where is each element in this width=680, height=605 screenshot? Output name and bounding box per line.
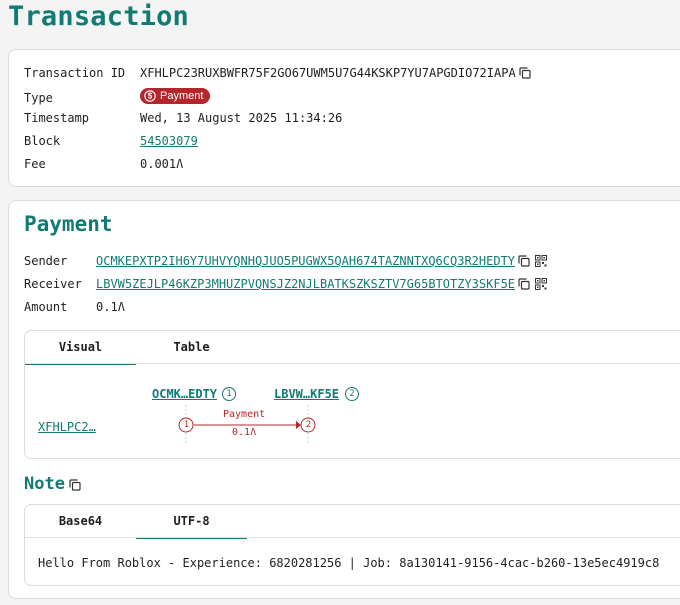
copy-icon[interactable] bbox=[69, 476, 81, 491]
copy-icon[interactable] bbox=[518, 255, 530, 267]
sender-row: Sender OCMKEPXTP2IH6Y7UHVYQNHQJUO5PUGWX5Q… bbox=[24, 254, 548, 268]
receiver-row: Receiver LBVW5ZEJLP46KZP3MHUZPVQNSJZ2NJLB… bbox=[24, 277, 548, 291]
amount-label: Amount bbox=[24, 300, 68, 314]
sender-label: Sender bbox=[24, 254, 68, 268]
amount-value: 0.1 bbox=[96, 300, 118, 314]
receiver-label: Receiver bbox=[24, 277, 82, 291]
tab-utf8[interactable]: UTF-8 bbox=[136, 505, 247, 539]
sender-account-number: 1 bbox=[222, 387, 236, 401]
sender-account-link[interactable]: OCMK…EDTY bbox=[152, 387, 217, 401]
transaction-id-value: XFHLPC23RUXBWFR75F2GO67UWM5U7G44KSKP7YU7… bbox=[140, 66, 516, 80]
transaction-link[interactable]: XFHLPC2… bbox=[38, 420, 96, 434]
tab-divider bbox=[25, 363, 680, 364]
transaction-id-row: Transaction ID XFHLPC23RUXBWFR75F2GO67UWM… bbox=[24, 66, 531, 80]
fee-row: Fee 0.001Ʌ bbox=[24, 157, 183, 171]
tab-visual[interactable]: Visual bbox=[25, 331, 136, 365]
transaction-card: Transaction ID XFHLPC23RUXBWFR75F2GO67UWM… bbox=[8, 49, 680, 187]
amount-row: Amount 0.1Ʌ bbox=[24, 300, 125, 314]
dollar-icon: $ bbox=[144, 90, 156, 102]
svg-text:$: $ bbox=[148, 92, 153, 101]
type-label: Type bbox=[24, 91, 53, 105]
receiver-link[interactable]: LBVW5ZEJLP46KZP3MHUZPVQNSJZ2NJLBATKSZKSZ… bbox=[96, 277, 515, 291]
block-label: Block bbox=[24, 134, 61, 148]
algo-icon: Ʌ bbox=[117, 300, 125, 314]
qr-code-icon[interactable] bbox=[535, 255, 548, 267]
fee-value: 0.001 bbox=[140, 157, 177, 171]
sender-node-number: 1 bbox=[183, 420, 190, 430]
visual-panel: Visual Table XFHLPC2… OCMK…EDTY 1 LBVW…K… bbox=[24, 330, 680, 459]
arrow-label: Payment bbox=[221, 409, 268, 420]
algo-icon: Ʌ bbox=[176, 157, 184, 171]
copy-icon[interactable] bbox=[518, 278, 530, 290]
arrow-head bbox=[296, 421, 301, 429]
timestamp-row: Timestamp Wed, 13 August 2025 11:34:26 bbox=[24, 111, 342, 125]
payment-type-badge: $ Payment bbox=[140, 88, 211, 104]
sender-link[interactable]: OCMKEPXTP2IH6Y7UHVYQNHQJUO5PUGWX5QAH674T… bbox=[96, 254, 515, 268]
note-section-title: Note bbox=[24, 474, 81, 494]
timestamp-value: Wed, 13 August 2025 11:34:26 bbox=[140, 111, 343, 125]
receiver-account-link[interactable]: LBVW…KF5E bbox=[274, 387, 339, 401]
note-text: Hello From Roblox - Experience: 68202812… bbox=[38, 556, 660, 570]
tab-base64[interactable]: Base64 bbox=[25, 505, 136, 537]
transaction-id-label: Transaction ID bbox=[24, 66, 126, 80]
timestamp-label: Timestamp bbox=[24, 111, 90, 125]
block-link[interactable]: 54503079 bbox=[140, 134, 198, 148]
type-value: Payment bbox=[160, 90, 204, 102]
tab-table[interactable]: Table bbox=[136, 331, 247, 363]
type-row: Type $ Payment bbox=[24, 88, 211, 105]
payment-card: Payment Sender OCMKEPXTP2IH6Y7UHVYQNHQJUO… bbox=[8, 200, 680, 599]
tab-divider bbox=[25, 537, 680, 538]
qr-code-icon[interactable] bbox=[535, 278, 548, 290]
fee-label: Fee bbox=[24, 157, 46, 171]
arrow-amount: 0.1Ʌ bbox=[232, 427, 257, 438]
note-panel: Base64 UTF-8 Hello From Roblox - Experie… bbox=[24, 504, 680, 586]
payment-section-title: Payment bbox=[24, 212, 113, 236]
receiver-node-number: 2 bbox=[305, 420, 312, 430]
copy-icon[interactable] bbox=[519, 67, 531, 79]
receiver-account-number: 2 bbox=[345, 387, 359, 401]
block-row: Block 54503079 bbox=[24, 134, 198, 148]
page-title: Transaction bbox=[8, 1, 190, 32]
